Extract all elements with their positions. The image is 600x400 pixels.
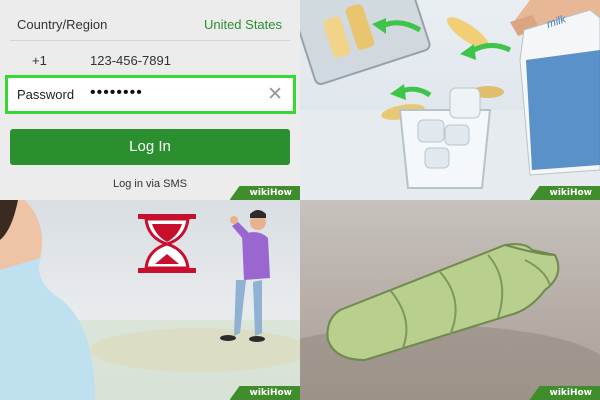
password-label: Password [17,87,75,102]
password-input[interactable]: •••••••• [90,84,143,102]
country-region-value[interactable]: United States [204,17,282,32]
wikihow-watermark: wikiHow [529,186,600,200]
ice-and-milk-illustration: milk [300,0,600,200]
phone-row[interactable]: +1 123-456-7891 [10,40,290,80]
hourglass-icon [138,214,196,273]
ice-scene-svg: milk [300,0,600,200]
waiting-person-illustration [0,200,300,400]
wrapped-towel-illustration [300,200,600,400]
phone-number-field[interactable]: 123-456-7891 [90,53,171,68]
towel-scene-svg [300,243,600,400]
wikihow-watermark: wikiHow [229,186,300,200]
clear-icon[interactable]: ✕ [267,83,283,106]
country-code: +1 [32,53,47,68]
country-region-label: Country/Region [17,17,108,32]
country-region-row[interactable]: Country/Region United States [10,4,290,44]
waiting-scene-svg [0,200,300,400]
wikihow-watermark: wikiHow [229,386,300,400]
login-screen-panel: Country/Region United States +1 123-456-… [0,0,300,200]
tilted-container [300,0,431,85]
password-field-highlight[interactable]: Password •••••••• ✕ [5,75,296,114]
wikihow-watermark: wikiHow [529,386,600,400]
log-in-button[interactable]: Log In [10,129,290,165]
